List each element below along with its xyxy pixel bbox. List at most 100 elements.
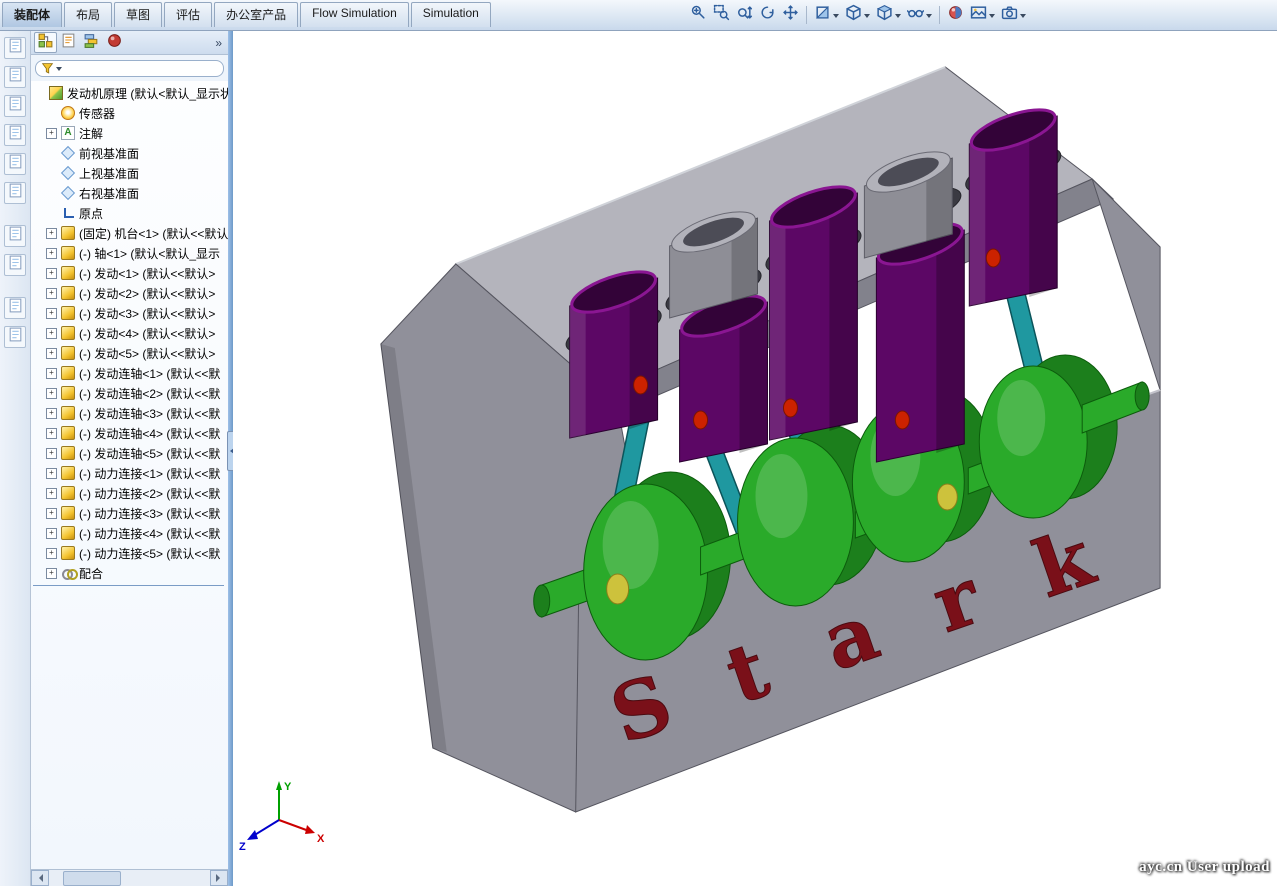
command-tab[interactable]: 草图 [114, 2, 162, 27]
tree-item-label: (-) 动力连接<1> (默认<<默 [79, 465, 220, 482]
side-tool-7-button[interactable] [4, 225, 26, 247]
tree-item[interactable]: +(-) 发动连轴<2> (默认<<默 [31, 383, 228, 403]
piston-5[interactable] [967, 101, 1060, 306]
side-tool-6-button[interactable] [4, 182, 26, 204]
tree-item[interactable]: +(-) 发动连轴<5> (默认<<默 [31, 443, 228, 463]
apply-scene-button[interactable] [967, 3, 998, 27]
expand-icon[interactable]: + [46, 408, 57, 419]
edit-appearance-icon [947, 4, 964, 26]
tree-item[interactable]: +(-) 发动<3> (默认<<默认> [31, 303, 228, 323]
expand-icon[interactable]: + [46, 468, 57, 479]
expand-icon[interactable]: + [46, 548, 57, 559]
tree-item[interactable]: +(-) 发动<5> (默认<<默认> [31, 343, 228, 363]
command-tab[interactable]: 办公室产品 [214, 2, 298, 27]
tree-item[interactable]: +(-) 发动连轴<1> (默认<<默 [31, 363, 228, 383]
expand-icon[interactable]: + [46, 448, 57, 459]
command-tab[interactable]: Simulation [411, 2, 491, 27]
expand-icon[interactable]: + [46, 508, 57, 519]
piston-4[interactable] [874, 215, 967, 462]
zoom-to-fit-button[interactable] [687, 3, 710, 27]
tree-item[interactable]: +(-) 轴<1> (默认<默认_显示 [31, 243, 228, 263]
tree-item[interactable]: +(-) 发动<2> (默认<<默认> [31, 283, 228, 303]
command-tab[interactable]: Flow Simulation [300, 2, 409, 27]
featuremanager-tab[interactable] [34, 32, 57, 53]
expand-icon[interactable]: + [46, 268, 57, 279]
scrollbar-thumb[interactable] [63, 871, 121, 886]
expand-icon[interactable]: + [46, 348, 57, 359]
tree-item[interactable]: +(-) 发动<1> (默认<<默认> [31, 263, 228, 283]
side-tool-5-button[interactable] [4, 153, 26, 175]
tree-item[interactable]: 前视基准面 [31, 143, 228, 163]
tree-filter-dropdown[interactable] [35, 60, 224, 77]
tree-item[interactable]: +(-) 动力连接<3> (默认<<默 [31, 503, 228, 523]
expand-icon[interactable]: + [46, 328, 57, 339]
tree-item[interactable]: +(-) 发动连轴<4> (默认<<默 [31, 423, 228, 443]
document-icon [7, 326, 24, 348]
side-tool-4-button[interactable] [4, 124, 26, 146]
expand-icon[interactable]: + [46, 308, 57, 319]
side-tool-8-button[interactable] [4, 254, 26, 276]
tree-item[interactable]: +A注解 [31, 123, 228, 143]
tree-item-label: (-) 发动连轴<3> (默认<<默 [79, 405, 220, 422]
tree-item[interactable]: +(固定) 机台<1> (默认<<默认 [31, 223, 228, 243]
view-orientation-icon [845, 4, 862, 26]
tree-item[interactable]: +(-) 动力连接<5> (默认<<默 [31, 543, 228, 563]
tree-item[interactable]: + (-) 动力连接<1> (默认<<默 [31, 463, 228, 483]
displaymanager-tab[interactable] [103, 32, 126, 53]
tree-item[interactable]: +(-) 发动<4> (默认<<默认> [31, 323, 228, 343]
side-tool-2-button[interactable] [4, 66, 26, 88]
zoom-in-out-button[interactable] [733, 3, 756, 27]
side-tool-1-button[interactable] [4, 37, 26, 59]
expand-icon[interactable]: + [46, 248, 57, 259]
expand-spacer [46, 168, 57, 179]
display-style-button[interactable] [873, 3, 904, 27]
edit-appearance-button[interactable] [944, 3, 967, 27]
expand-icon[interactable]: + [46, 228, 57, 239]
toolbar-separator [806, 6, 807, 24]
view-settings-button[interactable] [998, 3, 1029, 27]
propertymanager-tab[interactable] [57, 32, 80, 53]
command-tab[interactable]: 评估 [164, 2, 212, 27]
piston-3[interactable] [767, 178, 860, 440]
zoom-area-button[interactable] [710, 3, 733, 27]
command-tab[interactable]: 装配体 [2, 2, 62, 27]
section-view-button[interactable] [811, 3, 842, 27]
expand-icon[interactable]: + [46, 368, 57, 379]
expand-icon[interactable]: + [46, 428, 57, 439]
expand-icon[interactable]: + [46, 388, 57, 399]
tree-item[interactable]: + (-) 动力连接<2> (默认<<默 [31, 483, 228, 503]
plane-icon [61, 186, 75, 200]
tree-item[interactable]: 上视基准面 [31, 163, 228, 183]
tree-item[interactable]: +配合 [31, 563, 228, 583]
panel-overflow-chevron[interactable]: » [212, 36, 225, 50]
view-orientation-button[interactable] [842, 3, 873, 27]
side-tool-3-button[interactable] [4, 95, 26, 117]
side-tool-10-button[interactable] [4, 326, 26, 348]
annotation-icon: A [61, 126, 75, 140]
scroll-left-button[interactable] [31, 870, 49, 886]
tree-item[interactable]: 右视基准面 [31, 183, 228, 203]
viewport-3d[interactable]: Stark [233, 31, 1277, 886]
expand-icon[interactable]: + [46, 288, 57, 299]
expand-icon[interactable]: + [46, 488, 57, 499]
tree-item[interactable]: +(-) 动力连接<4> (默认<<默 [31, 523, 228, 543]
tree-item[interactable]: 原点 [31, 203, 228, 223]
engine-assembly-model[interactable]: Stark [233, 31, 1277, 886]
scroll-right-button[interactable] [210, 870, 228, 886]
expand-icon[interactable]: + [46, 128, 57, 139]
expand-icon[interactable]: + [46, 568, 57, 579]
side-tool-9-button[interactable] [4, 297, 26, 319]
tree-item[interactable]: 传感器 [31, 103, 228, 123]
command-tab[interactable]: 布局 [64, 2, 112, 27]
tree-item-label: (-) 动力连接<2> (默认<<默 [79, 485, 220, 502]
tree-item[interactable]: 发动机原理 (默认<默认_显示状 [31, 83, 228, 103]
tree-item[interactable]: + (-) 发动连轴<3> (默认<<默 [31, 403, 228, 423]
sensor-icon [61, 106, 75, 120]
chevron-down-icon [989, 14, 995, 21]
configurationmanager-tab[interactable] [80, 32, 103, 53]
pan-button[interactable] [779, 3, 802, 27]
rotate-view-button[interactable] [756, 3, 779, 27]
expand-icon[interactable]: + [46, 528, 57, 539]
hide-show-items-button[interactable] [904, 3, 935, 27]
scrollbar-track[interactable] [49, 871, 210, 885]
